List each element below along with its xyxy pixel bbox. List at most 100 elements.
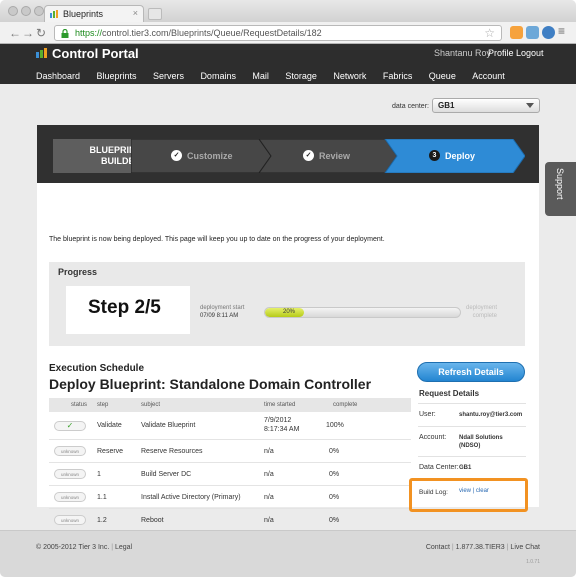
checkmark-icon: ✓ bbox=[171, 150, 182, 161]
nav-dashboard[interactable]: Dashboard bbox=[36, 71, 80, 81]
logout-link[interactable]: Logout bbox=[516, 48, 544, 58]
nav-servers[interactable]: Servers bbox=[153, 71, 184, 81]
address-bar[interactable]: https://control.tier3.com/Blueprints/Que… bbox=[54, 25, 502, 41]
nav-account[interactable]: Account bbox=[472, 71, 505, 81]
row-step: 1 bbox=[97, 471, 101, 478]
row-step: Validate bbox=[97, 422, 122, 429]
tab-close-icon[interactable]: × bbox=[133, 8, 138, 18]
tab-title: Blueprints bbox=[63, 9, 104, 19]
nav-network[interactable]: Network bbox=[333, 71, 366, 81]
divider bbox=[418, 426, 526, 427]
step-number-badge: 3 bbox=[429, 150, 440, 161]
zoom-window-icon[interactable] bbox=[34, 6, 44, 16]
wizard-step-deploy[interactable]: 3 Deploy bbox=[429, 139, 529, 173]
wizard-step-customize[interactable]: ✓ Customize bbox=[171, 139, 291, 173]
refresh-details-button[interactable]: Refresh Details bbox=[417, 362, 525, 382]
deployment-complete-text-2: complete bbox=[472, 313, 498, 319]
bookmark-star-icon[interactable]: ☆ bbox=[484, 26, 495, 40]
browser-tab[interactable]: Blueprints × bbox=[44, 5, 144, 22]
nav-queue[interactable]: Queue bbox=[429, 71, 456, 81]
datacenter-detail-value: GB1 bbox=[459, 465, 472, 471]
row-step: 1.2 bbox=[97, 517, 107, 524]
status-badge: unknown bbox=[54, 492, 86, 502]
live-chat-link[interactable]: Live Chat bbox=[510, 544, 540, 551]
row-step: 1.1 bbox=[97, 494, 107, 501]
chevron-down-icon bbox=[526, 103, 534, 108]
wrench-menu-icon[interactable]: ≡ bbox=[558, 24, 571, 38]
row-time: n/a bbox=[264, 494, 274, 501]
footer-right: Contact | 1.877.38.TIER3 | Live Chat bbox=[425, 544, 540, 551]
wizard-step-label: Deploy bbox=[445, 151, 476, 161]
deploy-blueprint-title: Deploy Blueprint: Standalone Domain Cont… bbox=[49, 376, 372, 392]
profile-link[interactable]: Profile bbox=[488, 48, 514, 58]
deployment-start-text: deployment start bbox=[200, 305, 245, 311]
globe-extension-icon[interactable] bbox=[542, 26, 555, 39]
reload-icon[interactable]: ↻ bbox=[36, 26, 46, 40]
table-header: status step subject time started complet… bbox=[49, 398, 411, 412]
row-time: n/a bbox=[264, 517, 274, 524]
support-tab[interactable]: Support bbox=[545, 162, 576, 216]
nav-domains[interactable]: Domains bbox=[200, 71, 236, 81]
intro-text: The blueprint is now being deployed. Thi… bbox=[49, 236, 385, 243]
build-log-view-link[interactable]: view bbox=[459, 488, 471, 494]
row-complete: 0% bbox=[329, 471, 340, 478]
url-scheme: https:// bbox=[75, 28, 103, 38]
deployment-complete-text-1: deployment bbox=[466, 305, 498, 311]
amazon-extension-icon[interactable] bbox=[510, 26, 523, 39]
wizard-step-review[interactable]: ✓ Review bbox=[303, 139, 413, 173]
datacenter-label: data center: bbox=[392, 103, 429, 110]
browser-tab-bar: Blueprints × bbox=[0, 0, 576, 22]
column-complete: complete bbox=[333, 402, 358, 408]
checkmark-icon: ✓ bbox=[303, 150, 314, 161]
row-subject: Validate Blueprint bbox=[141, 422, 196, 429]
contact-link[interactable]: Contact bbox=[426, 544, 450, 551]
user-name-link[interactable]: Shantanu Roy bbox=[434, 48, 491, 58]
deployment-panel: BLUEPRINT BUILDER ✓ Customize ✓ Review 3… bbox=[37, 125, 539, 532]
row-complete: 0% bbox=[329, 494, 340, 501]
url-path: control.tier3.com/Blueprints/Queue/Reque… bbox=[102, 28, 322, 38]
divider bbox=[418, 403, 526, 404]
progress-section: Progress Step 2/5 deployment start 07/09… bbox=[49, 262, 525, 346]
account-name: Ndall Solutions bbox=[459, 435, 503, 441]
new-tab-button[interactable] bbox=[148, 8, 162, 20]
extension-icon[interactable] bbox=[526, 26, 539, 39]
nav-fabrics[interactable]: Fabrics bbox=[383, 71, 413, 81]
browser-window: Blueprints × ← → ↻ https://control.tier3… bbox=[0, 0, 576, 577]
build-log-clear-link[interactable]: clear bbox=[476, 488, 489, 494]
status-badge: unknown bbox=[54, 446, 86, 456]
nav-blueprints[interactable]: Blueprints bbox=[96, 71, 136, 81]
main-nav: Dashboard Blueprints Servers Domains Mai… bbox=[36, 66, 517, 81]
user-value: shantu.roy@tier3.com bbox=[459, 412, 523, 418]
close-window-icon[interactable] bbox=[8, 6, 18, 16]
wizard-step-label: Review bbox=[319, 151, 351, 161]
build-log-highlight: Build Log: view | clear bbox=[409, 478, 528, 512]
wizard-step-label: Customize bbox=[187, 151, 233, 161]
row-time-line1: 7/9/2012 bbox=[264, 417, 292, 424]
datacenter-select[interactable]: GB1 bbox=[432, 98, 540, 113]
progress-bar-fill: 20% bbox=[265, 308, 304, 317]
row-time: n/a bbox=[264, 471, 274, 478]
row-subject: Build Server DC bbox=[141, 471, 192, 478]
support-label: Support bbox=[555, 168, 565, 200]
account-label: Account: bbox=[419, 434, 447, 441]
step-counter: Step 2/5 bbox=[66, 286, 190, 334]
copyright-text: © 2005-2012 Tier 3 Inc. bbox=[36, 544, 110, 551]
table-row: unknown Reserve Reserve Resources n/a 0% bbox=[49, 440, 411, 463]
deployment-complete-label: deployment complete bbox=[466, 304, 497, 320]
minimize-window-icon[interactable] bbox=[21, 6, 31, 16]
account-value: Ndall Solutions (NDSO) bbox=[459, 434, 503, 450]
blueprints-favicon-icon bbox=[50, 10, 58, 18]
legal-link[interactable]: Legal bbox=[115, 544, 132, 551]
phone-number: 1.877.38.TIER3 bbox=[455, 544, 505, 551]
progress-title: Progress bbox=[58, 267, 98, 277]
row-complete: 100% bbox=[326, 422, 344, 429]
nav-mail[interactable]: Mail bbox=[252, 71, 269, 81]
datacenter-value: GB1 bbox=[438, 101, 455, 110]
table-row: unknown 1 Build Server DC n/a 0% bbox=[49, 463, 411, 486]
site-footer: © 2005-2012 Tier 3 Inc. | Legal Contact … bbox=[0, 530, 576, 577]
nav-storage[interactable]: Storage bbox=[285, 71, 317, 81]
build-log-links: view | clear bbox=[459, 488, 489, 494]
forward-icon[interactable]: → bbox=[22, 26, 34, 40]
back-icon[interactable]: ← bbox=[9, 26, 21, 40]
row-subject: Reboot bbox=[141, 517, 164, 524]
